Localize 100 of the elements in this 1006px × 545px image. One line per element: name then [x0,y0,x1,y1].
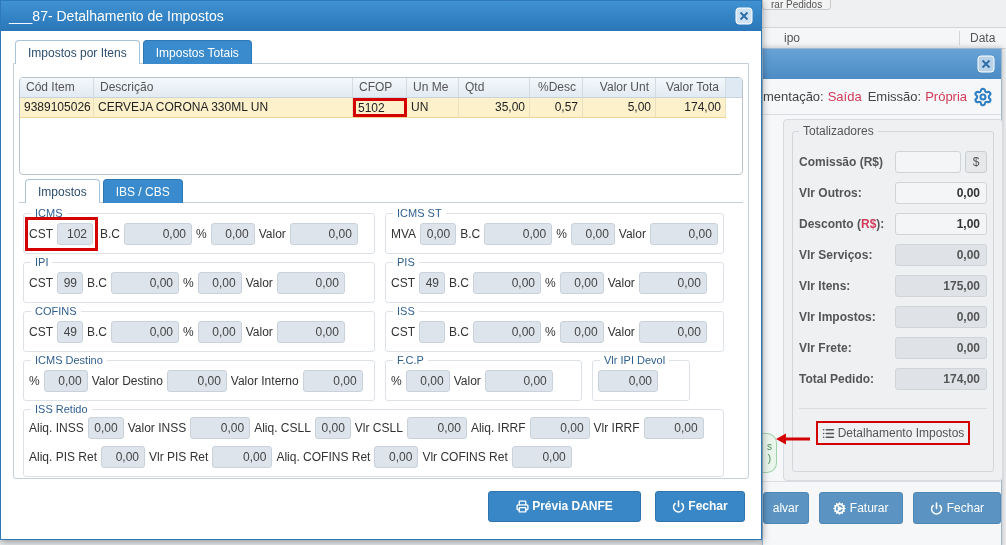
close-icon[interactable] [977,55,995,73]
input-field[interactable]: 0,00 [111,271,179,294]
column-header[interactable]: Valor Unt [583,78,656,97]
close-icon[interactable] [735,7,753,25]
input-field[interactable]: 0,00 [895,243,987,266]
field-label: % [545,324,556,339]
field-label: Vlr Outros: [799,185,863,200]
column-header[interactable]: CFOP [353,78,407,97]
group-title: PIS [396,256,416,268]
field-label: Valor [258,226,286,241]
field-label: % [391,373,402,388]
field-label: Valor [607,275,635,290]
field-label: Vlr Serviços: [799,247,874,262]
input-field[interactable]: 0,00 [473,320,541,343]
input-field[interactable]: 0,00 [895,181,987,204]
table-row[interactable]: 9389105026 CERVEJA CORONA 330ML UN 5102 UN 35,00 0,57 5,00 174,00 [20,98,726,118]
column-header: Data [969,31,997,45]
input-field[interactable]: 0,00 [197,271,242,294]
input-field[interactable]: 0,00 [473,271,541,294]
column-header[interactable]: Cód Item [20,78,94,97]
input-field[interactable]: 0,00 [276,320,345,343]
field-label: CST [29,226,53,241]
input-field[interactable]: 0,00 [111,320,179,343]
action-button[interactable]: Prévia DANFE [488,490,641,522]
input-field[interactable]: 0,00 [87,417,124,439]
field-label: Comissão (R$) [799,154,885,169]
header-label: mentação: [763,89,824,104]
input-field[interactable]: 0,00 [649,222,718,245]
input-field[interactable]: 0,00 [212,446,273,468]
input-field[interactable]: 0,00 [197,320,242,343]
input-field[interactable]: 0,00 [210,222,255,245]
tab[interactable]: Impostos [25,179,100,203]
input-field[interactable]: 49 [419,271,445,294]
input-field[interactable] [419,320,445,343]
header-label: Emissão: [867,89,922,104]
input-field[interactable]: 0,00 [643,417,704,439]
tax-details-button[interactable]: Detalhamento Impostos [815,421,971,445]
table-cell: 5102 [353,98,407,117]
field-label: % [556,226,567,241]
header-value: Própria [925,89,968,104]
input-field[interactable]: 0,00 [166,369,227,392]
input-field[interactable]: 0,00 [484,222,553,245]
input-field[interactable]: 0,00 [302,369,363,392]
input-field[interactable]: 1,00 [895,212,987,235]
input-field[interactable]: 0,00 [101,446,146,468]
table-cell: 35,00 [459,98,530,117]
group-title: Totalizadores [802,124,875,138]
input-field[interactable]: 0,00 [638,271,707,294]
column-header[interactable]: Descrição [94,78,353,97]
input-field[interactable]: 0,00 [420,222,457,245]
field-label: B.C [87,275,107,290]
field-label: B.C [449,275,469,290]
input-field[interactable]: 0,00 [638,320,707,343]
field-label: Valor [618,226,646,241]
input-field[interactable]: 0,00 [43,369,88,392]
input-field[interactable]: 175,00 [895,274,987,297]
input-field[interactable]: 102 [57,222,93,245]
input-field[interactable]: 0,00 [374,446,419,468]
tab[interactable]: Impostos Totais [142,40,252,64]
input-field[interactable]: 0,00 [511,446,572,468]
input-field[interactable]: 0,00 [529,417,590,439]
input-field[interactable]: 0,00 [559,320,604,343]
input-field[interactable]: 0,00 [559,271,604,294]
input-field[interactable]: 0,00 [405,369,450,392]
orders-button[interactable]: rar Pedidos [762,0,832,10]
field-label: CST [29,275,53,290]
input-field[interactable]: 0,00 [895,336,987,359]
input-field[interactable]: 49 [57,320,83,343]
table-cell: 9389105026 [20,98,94,117]
input-field[interactable]: 0,00 [406,417,467,439]
group-title: F.C.P [396,354,425,366]
column-header[interactable]: Qtd [459,78,530,97]
input-field[interactable]: 0,00 [289,222,358,245]
field-label: MVA [391,226,417,241]
input-field[interactable]: 0,00 [570,222,615,245]
gear-icon[interactable] [973,85,993,108]
field-label: Valor [453,373,481,388]
input-field[interactable]: 0,00 [314,417,351,439]
group-title: COFINS [34,305,78,317]
input-field[interactable] [895,150,961,173]
input-field[interactable]: 0,00 [895,305,987,328]
input-field[interactable]: 0,00 [598,369,658,392]
tab[interactable]: Impostos por Itens [15,40,140,64]
column-header[interactable]: Un Me [407,78,459,97]
input-field[interactable]: 0,00 [190,417,251,439]
input-field[interactable]: 174,00 [895,367,987,390]
input-field[interactable]: 99 [57,271,83,294]
field-label: Desconto (R$): [799,216,886,231]
currency-button[interactable]: $ [965,150,987,173]
input-field[interactable]: 0,00 [484,369,553,392]
power-icon [929,501,943,515]
tab[interactable]: IBS / CBS [102,179,183,203]
field-label: B.C [100,226,120,241]
column-header[interactable]: %Desc [530,78,583,97]
action-button[interactable]: Fechar [655,490,745,522]
field-label: Vlr Frete: [799,340,853,355]
group-title: IPI [34,256,50,268]
field-label: B.C [449,324,469,339]
input-field[interactable]: 0,00 [276,271,345,294]
input-field[interactable]: 0,00 [124,222,192,245]
